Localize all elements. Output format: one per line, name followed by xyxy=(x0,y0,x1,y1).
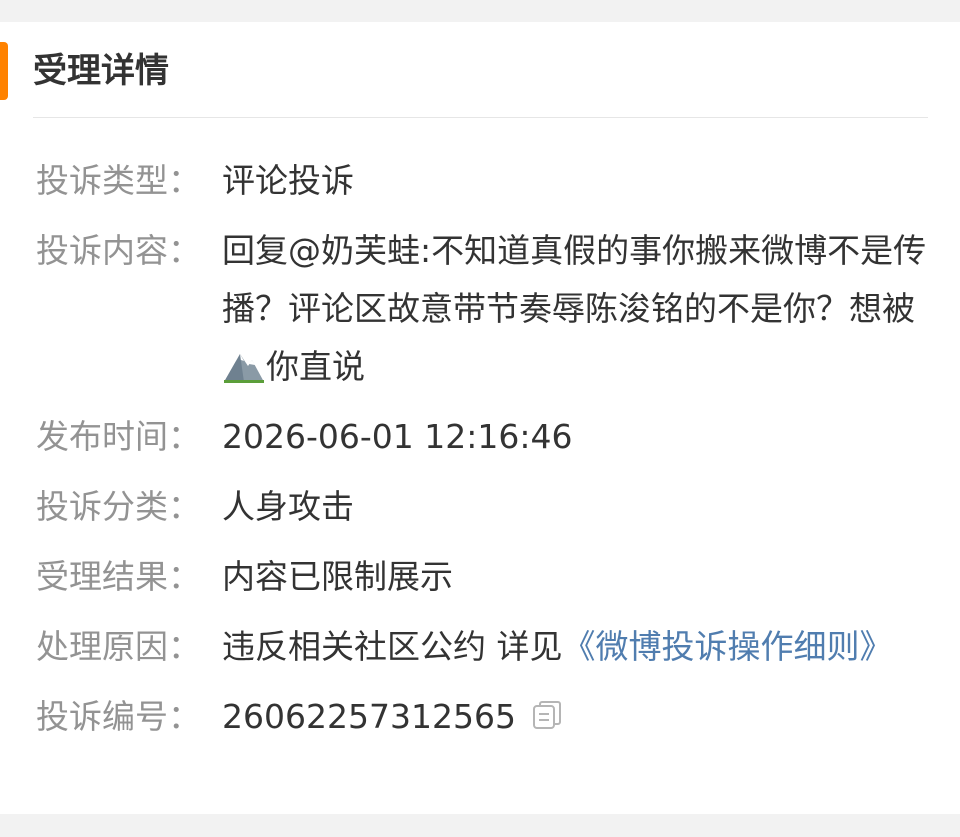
handling-reason-label: 处理原因： xyxy=(36,627,201,666)
row-handling-result: 受理结果： 内容已限制展示 xyxy=(36,548,936,606)
complaint-number-text: 26062257312565 xyxy=(222,697,516,736)
complaint-content-text-end: 你直说 xyxy=(266,347,365,386)
complaint-category-value: 人身攻击 xyxy=(222,487,354,526)
row-complaint-number: 投诉编号： 26062257312565 xyxy=(36,688,936,746)
handling-result-value: 内容已限制展示 xyxy=(222,557,453,596)
detail-list: 投诉类型： 评论投诉 投诉内容： 回复@奶芙蛙:不知道真假的事你搬来微博不是传播… xyxy=(36,152,936,746)
complaint-number-value: 26062257312565 xyxy=(222,688,936,746)
complaint-content-text: 回复@奶芙蛙:不知道真假的事你搬来微博不是传播？评论区故意带节奏辱陈浚铭的不是你… xyxy=(222,231,927,328)
row-complaint-type: 投诉类型： 评论投诉 xyxy=(36,152,936,210)
complaint-content-label: 投诉内容： xyxy=(36,231,201,270)
complaint-detail-card: 受理详情 投诉类型： 评论投诉 投诉内容： 回复@奶芙蛙:不知道真假的事你搬来微… xyxy=(0,22,960,814)
row-handling-reason: 处理原因： 违反相关社区公约 详见《微博投诉操作细则》 xyxy=(36,618,936,676)
publish-time-label: 发布时间： xyxy=(36,417,201,456)
row-complaint-content: 投诉内容： 回复@奶芙蛙:不知道真假的事你搬来微博不是传播？评论区故意带节奏辱陈… xyxy=(36,222,936,396)
row-complaint-category: 投诉分类： 人身攻击 xyxy=(36,478,936,536)
copy-icon[interactable] xyxy=(530,698,564,732)
page-title: 受理详情 xyxy=(33,51,169,91)
complaint-category-label: 投诉分类： xyxy=(36,487,201,526)
handling-reason-value: 违反相关社区公约 详见《微博投诉操作细则》 xyxy=(222,618,936,676)
publish-time-value: 2026-06-01 12:16:46 xyxy=(222,417,573,456)
rules-link[interactable]: 《微博投诉操作细则》 xyxy=(563,627,893,666)
page-background-gap xyxy=(0,814,960,837)
title-accent-bar xyxy=(0,42,8,100)
complaint-number-label: 投诉编号： xyxy=(36,697,201,736)
complaint-content-value: 回复@奶芙蛙:不知道真假的事你搬来微博不是传播？评论区故意带节奏辱陈浚铭的不是你… xyxy=(222,222,936,396)
mountain-emoji-icon xyxy=(224,354,264,383)
complaint-type-label: 投诉类型： xyxy=(36,161,201,200)
handling-result-label: 受理结果： xyxy=(36,557,201,596)
divider xyxy=(33,117,928,118)
row-publish-time: 发布时间： 2026-06-01 12:16:46 xyxy=(36,408,936,466)
complaint-type-value: 评论投诉 xyxy=(222,161,354,200)
handling-reason-text: 违反相关社区公约 详见 xyxy=(222,627,563,666)
